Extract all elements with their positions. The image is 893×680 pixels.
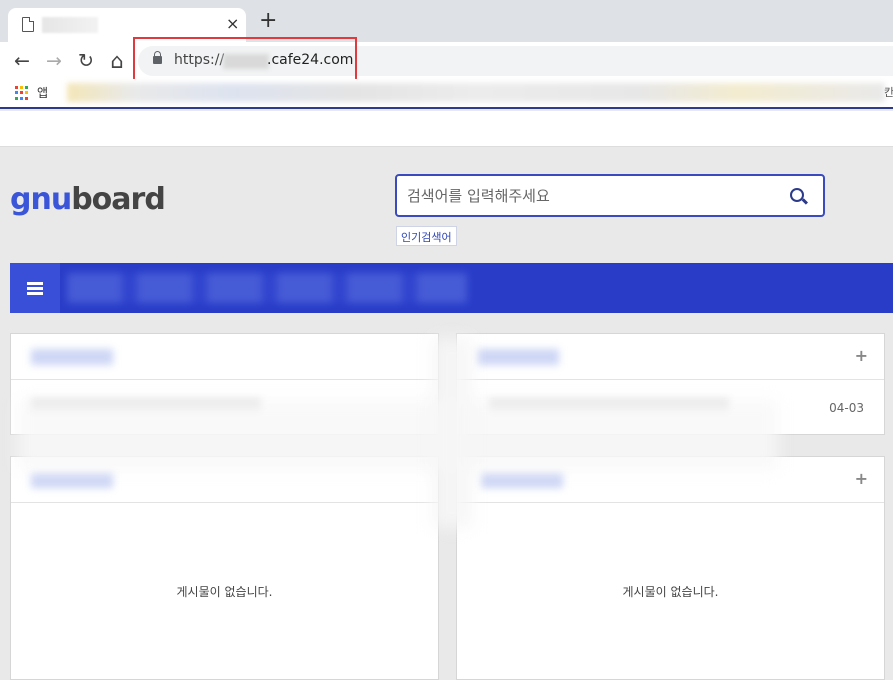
panel-title-redacted xyxy=(477,349,559,365)
panel-title-redacted xyxy=(31,349,113,365)
latest-panel-bottom-right: + 게시물이 없습니다. xyxy=(456,456,885,680)
post-title-redacted xyxy=(31,399,261,413)
apps-label[interactable]: 앱 xyxy=(37,84,48,101)
main-nav xyxy=(10,263,893,313)
bookmarks-bar: 앱 칸 xyxy=(0,79,893,109)
post-date: 04-03 xyxy=(829,401,864,415)
latest-panel-bottom-left: 게시물이 없습니다. xyxy=(10,456,439,680)
panel-header xyxy=(11,334,438,380)
page-top-strip xyxy=(0,111,893,147)
site-logo[interactable]: gnuboard xyxy=(10,182,166,217)
list-item[interactable]: 04-03 xyxy=(457,381,884,433)
search-icon[interactable] xyxy=(790,188,804,202)
logo-board-text: board xyxy=(71,182,166,217)
list-item[interactable] xyxy=(11,381,438,433)
more-plus-icon[interactable]: + xyxy=(855,346,868,365)
latest-panel-top-left xyxy=(10,333,439,435)
panel-title-redacted xyxy=(481,472,563,488)
search-input[interactable] xyxy=(407,185,767,207)
logo-gnu-text: gnu xyxy=(10,182,72,217)
bookmarks-redacted xyxy=(67,83,885,102)
forward-arrow-icon[interactable]: → xyxy=(43,50,65,72)
apps-grid-icon[interactable] xyxy=(15,86,29,100)
tab-title-redacted xyxy=(42,17,98,33)
latest-panel-top-right: + 04-03 xyxy=(456,333,885,435)
panel-header: + xyxy=(457,457,884,503)
nav-menu-redacted xyxy=(67,273,467,303)
page-favicon-icon xyxy=(22,17,34,32)
reload-icon[interactable]: ↻ xyxy=(75,50,97,72)
home-icon[interactable]: ⌂ xyxy=(106,50,128,72)
panel-header xyxy=(11,457,438,503)
close-tab-icon[interactable]: × xyxy=(226,14,239,33)
back-arrow-icon[interactable]: ← xyxy=(11,50,33,72)
panel-header: + xyxy=(457,334,884,380)
site-search-box xyxy=(395,174,825,217)
empty-message: 게시물이 없습니다. xyxy=(622,585,719,599)
hamburger-menu-icon[interactable] xyxy=(10,263,60,313)
panel-title-redacted xyxy=(31,472,113,488)
popular-keywords-button[interactable]: 인기검색어 xyxy=(396,226,457,246)
new-tab-button[interactable]: + xyxy=(259,10,277,32)
url-highlight-box xyxy=(133,37,357,84)
more-plus-icon[interactable]: + xyxy=(855,469,868,488)
tab-strip: × + xyxy=(0,0,893,42)
empty-message: 게시물이 없습니다. xyxy=(176,585,273,599)
post-title-redacted xyxy=(489,399,729,413)
bookmarks-overflow[interactable]: 칸 xyxy=(884,84,893,100)
